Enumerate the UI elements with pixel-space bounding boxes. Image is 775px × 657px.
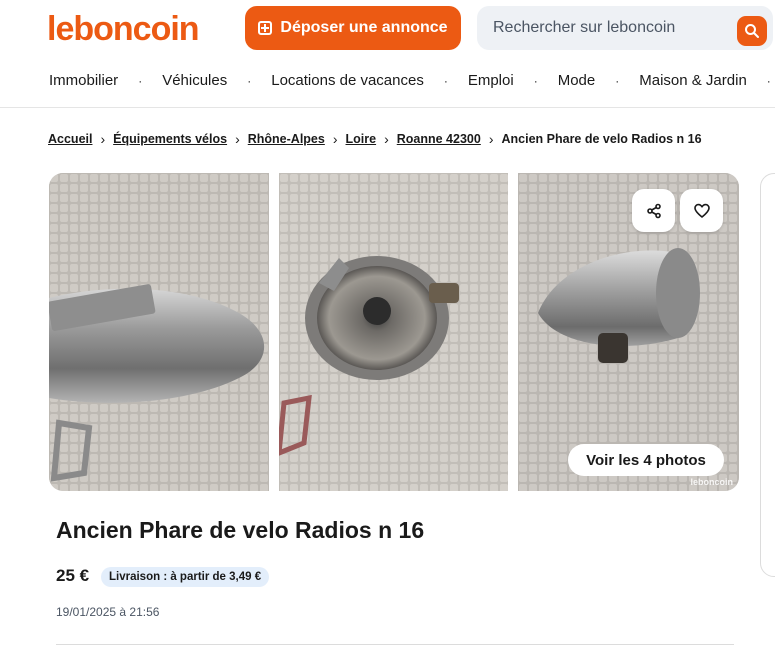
listing-photo-1[interactable] xyxy=(49,173,269,491)
section-divider xyxy=(56,644,734,645)
listing-title: Ancien Phare de velo Radios n 16 xyxy=(56,517,425,543)
plus-square-icon xyxy=(258,21,273,35)
breadcrumb-link-loire[interactable]: Loire xyxy=(346,132,377,146)
nav-item-locations-vacances[interactable]: Locations de vacances xyxy=(271,72,424,89)
breadcrumb-link-equipements-velos[interactable]: Équipements vélos xyxy=(113,132,227,146)
watermark-text: leboncoin xyxy=(690,477,734,487)
breadcrumb: Accueil › Équipements vélos › Rhône-Alpe… xyxy=(48,131,702,147)
chevron-right-icon: › xyxy=(235,131,240,147)
breadcrumb-current: Ancien Phare de velo Radios n 16 xyxy=(501,132,702,146)
nav-separator: · xyxy=(766,73,771,88)
nav-separator: · xyxy=(443,73,448,88)
nav-item-vehicules[interactable]: Véhicules xyxy=(162,72,227,89)
breadcrumb-link-rhone-alpes[interactable]: Rhône-Alpes xyxy=(248,132,325,146)
site-header: leboncoin Déposer une annonce Immobilier… xyxy=(0,0,775,108)
nav-item-immobilier[interactable]: Immobilier xyxy=(49,72,118,89)
bike-lamp-front-image xyxy=(279,173,508,491)
leboncoin-logo[interactable]: leboncoin xyxy=(47,9,200,49)
nav-separator: · xyxy=(138,73,143,88)
seller-card-edge xyxy=(760,173,775,577)
search-input[interactable] xyxy=(493,19,723,37)
nav-separator: · xyxy=(247,73,252,88)
breadcrumb-link-accueil[interactable]: Accueil xyxy=(48,132,92,146)
search-bar xyxy=(477,6,773,50)
nav-separator: · xyxy=(533,73,538,88)
nav-item-emploi[interactable]: Emploi xyxy=(468,72,514,89)
heart-icon xyxy=(693,203,710,218)
nav-item-maison-jardin[interactable]: Maison & Jardin xyxy=(639,72,747,89)
chevron-right-icon: › xyxy=(332,131,338,147)
breadcrumb-link-roanne[interactable]: Roanne 42300 xyxy=(397,132,481,146)
share-icon xyxy=(646,203,661,218)
search-icon xyxy=(745,24,759,38)
search-button[interactable] xyxy=(737,16,767,46)
nav-item-mode[interactable]: Mode xyxy=(558,72,596,89)
listing-price: 25 € xyxy=(56,566,90,585)
chevron-right-icon: › xyxy=(100,131,106,147)
nav-separator: · xyxy=(615,73,620,88)
listing-date: 19/01/2025 à 21:56 xyxy=(56,605,160,619)
post-ad-label: Déposer une annonce xyxy=(280,19,448,36)
post-ad-button[interactable]: Déposer une annonce xyxy=(245,6,461,50)
favorite-button[interactable] xyxy=(680,189,723,232)
category-nav: Immobilier · Véhicules · Locations de va… xyxy=(49,72,775,89)
share-button[interactable] xyxy=(632,189,675,232)
chevron-right-icon: › xyxy=(384,131,389,147)
delivery-badge: Livraison : à partir de 3,49 € xyxy=(101,567,270,587)
listing-photo-2[interactable] xyxy=(279,173,508,491)
bike-lamp-side-image xyxy=(49,173,269,491)
see-all-photos-button[interactable]: Voir les 4 photos xyxy=(568,444,724,476)
chevron-right-icon: › xyxy=(488,131,494,147)
